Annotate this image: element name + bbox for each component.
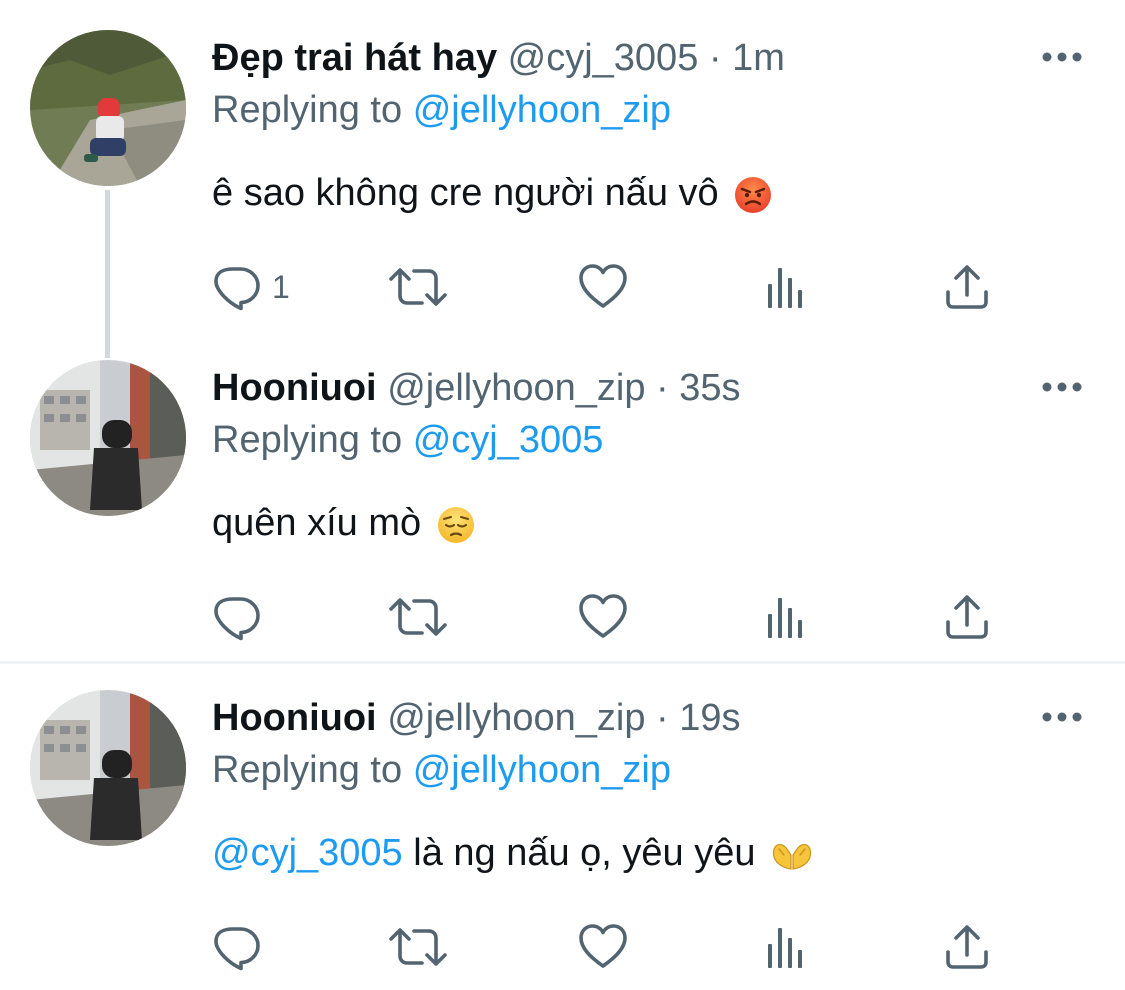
- reply-icon: [212, 922, 262, 972]
- tweet-header: Hooniuoi @jellyhoon_zip · 35s: [212, 363, 741, 413]
- retweet-button[interactable]: [388, 262, 448, 312]
- share-button[interactable]: [942, 262, 992, 312]
- replying-to-link[interactable]: @cyj_3005: [413, 419, 604, 461]
- more-icon[interactable]: [1040, 707, 1084, 727]
- like-button[interactable]: [578, 922, 628, 972]
- like-icon: [578, 922, 628, 972]
- replying-to: Replying to @jellyhoon_zip: [212, 745, 671, 795]
- tweet[interactable]: Hooniuoi @jellyhoon_zip · 19s Replying t…: [0, 660, 1125, 990]
- analytics-icon: [765, 262, 809, 312]
- action-bar: [212, 592, 1072, 642]
- more-icon[interactable]: [1040, 47, 1084, 67]
- tweet[interactable]: Đẹp trai hát hay @cyj_3005 · 1m Replying…: [0, 0, 1125, 330]
- more-icon[interactable]: [1040, 377, 1084, 397]
- tweet[interactable]: Hooniuoi @jellyhoon_zip · 35s Replying t…: [0, 330, 1125, 660]
- separator: ·: [656, 367, 669, 409]
- replying-to-link[interactable]: @jellyhoon_zip: [413, 89, 671, 131]
- retweet-icon: [388, 922, 448, 972]
- tweet-body: ê sao không cre người nấu vô: [212, 172, 719, 214]
- retweet-icon: [388, 592, 448, 642]
- tweet-text: ê sao không cre người nấu vô: [212, 168, 773, 218]
- tweet-body: là ng nấu ọ, yêu yêu: [413, 832, 756, 874]
- tweet-text: @cyj_3005 là ng nấu ọ, yêu yêu: [212, 828, 814, 878]
- reply-button[interactable]: [212, 592, 262, 642]
- tweet-header: Đẹp trai hát hay @cyj_3005 · 1m: [212, 33, 785, 83]
- like-icon: [578, 592, 628, 642]
- avatar[interactable]: [30, 690, 186, 846]
- retweet-button[interactable]: [388, 592, 448, 642]
- replying-prefix: Replying to: [212, 89, 403, 131]
- action-bar: [212, 922, 1072, 972]
- analytics-button[interactable]: [765, 262, 809, 312]
- tweet-body: quên xíu mò: [212, 502, 422, 544]
- reply-button[interactable]: 1: [212, 262, 290, 312]
- share-icon: [942, 922, 992, 972]
- retweet-button[interactable]: [388, 922, 448, 972]
- replying-to: Replying to @cyj_3005: [212, 415, 603, 465]
- display-name[interactable]: Hooniuoi: [212, 697, 377, 739]
- replying-prefix: Replying to: [212, 419, 403, 461]
- separator: ·: [708, 37, 722, 79]
- like-button[interactable]: [578, 592, 628, 642]
- action-bar: 1: [212, 262, 1072, 312]
- analytics-icon: [765, 922, 809, 972]
- pensive-face-emoji: [437, 506, 474, 543]
- avatar[interactable]: [30, 30, 186, 186]
- handle[interactable]: @cyj_3005: [508, 37, 699, 79]
- replying-to-link[interactable]: @jellyhoon_zip: [413, 749, 671, 791]
- share-icon: [942, 262, 992, 312]
- replying-to: Replying to @jellyhoon_zip: [212, 85, 671, 135]
- handle[interactable]: @jellyhoon_zip: [387, 367, 645, 409]
- tweet-header: Hooniuoi @jellyhoon_zip · 19s: [212, 693, 741, 743]
- timestamp[interactable]: 35s: [679, 367, 740, 409]
- analytics-icon: [765, 592, 809, 642]
- timestamp[interactable]: 19s: [679, 697, 740, 739]
- reply-icon: [212, 262, 262, 312]
- reply-count: 1: [272, 268, 290, 305]
- display-name[interactable]: Hooniuoi: [212, 367, 377, 409]
- like-button[interactable]: [578, 262, 628, 312]
- avatar[interactable]: [30, 360, 186, 516]
- heart-hands-emoji: [773, 843, 812, 870]
- display-name[interactable]: Đẹp trai hát hay: [212, 37, 497, 79]
- retweet-icon: [388, 262, 448, 312]
- share-icon: [942, 592, 992, 642]
- mention-link[interactable]: @cyj_3005: [212, 832, 403, 874]
- like-icon: [578, 262, 628, 312]
- tweet-text: quên xíu mò: [212, 498, 476, 548]
- share-button[interactable]: [942, 922, 992, 972]
- handle[interactable]: @jellyhoon_zip: [387, 697, 645, 739]
- angry-face-emoji: [735, 176, 772, 213]
- timestamp[interactable]: 1m: [732, 37, 785, 79]
- separator: ·: [656, 697, 669, 739]
- analytics-button[interactable]: [765, 592, 809, 642]
- replying-prefix: Replying to: [212, 749, 403, 791]
- share-button[interactable]: [942, 592, 992, 642]
- reply-icon: [212, 592, 262, 642]
- reply-button[interactable]: [212, 922, 262, 972]
- analytics-button[interactable]: [765, 922, 809, 972]
